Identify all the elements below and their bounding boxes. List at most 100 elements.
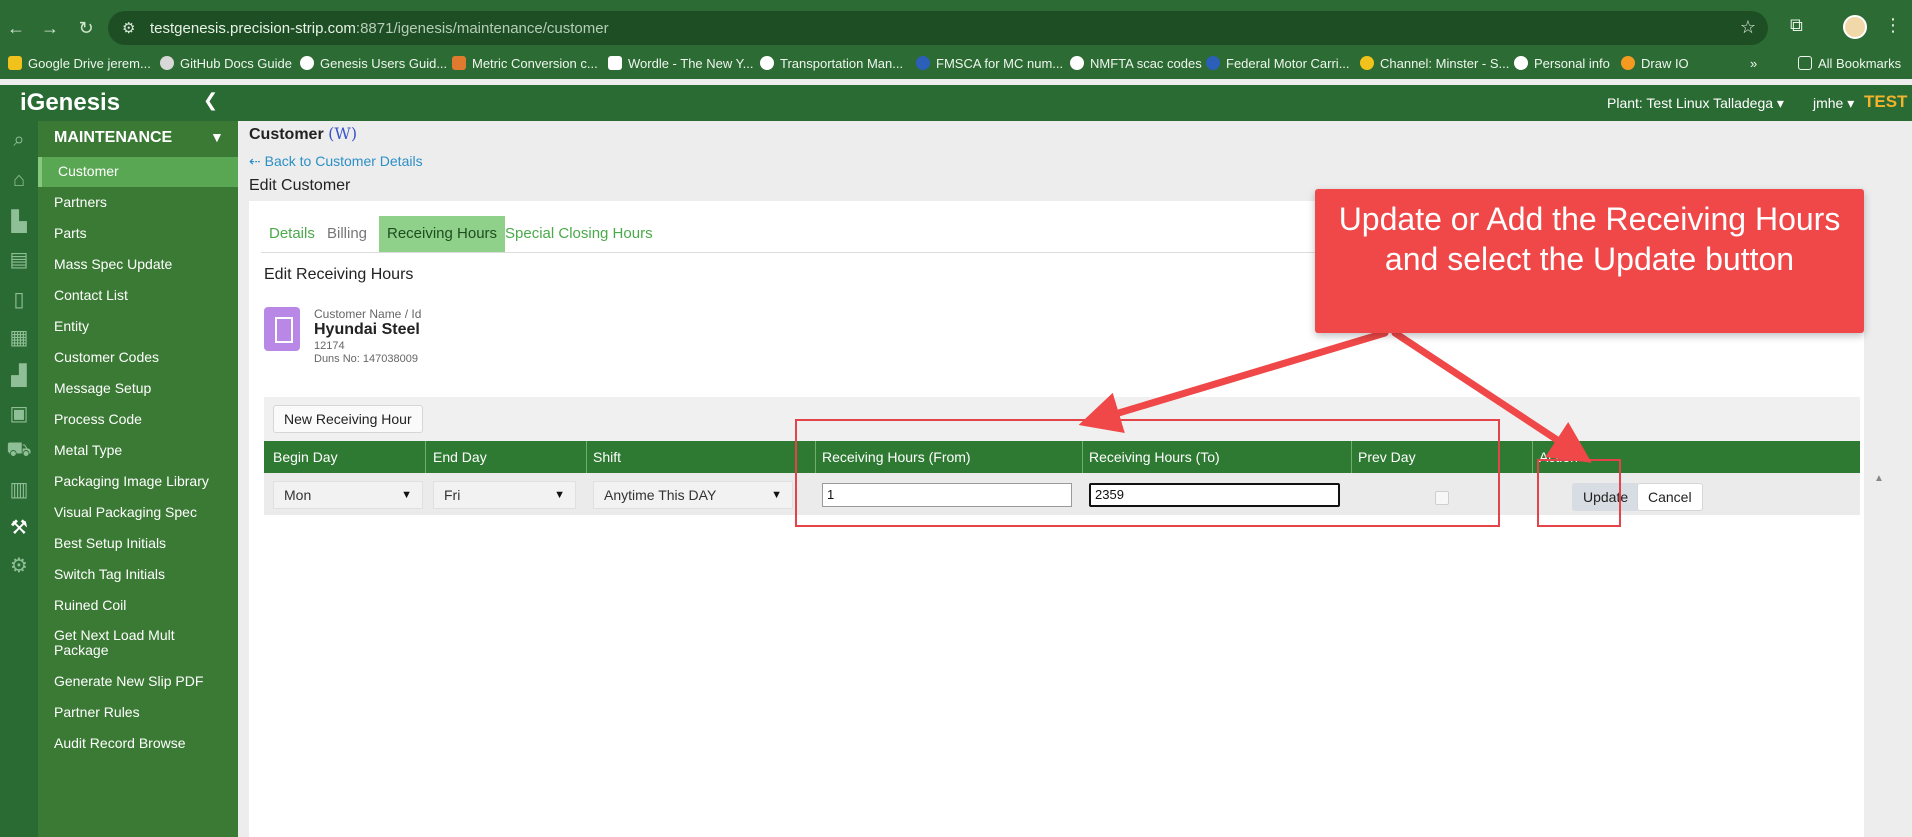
- caret-down-icon: ▼: [771, 489, 782, 501]
- sidebar-item-parts[interactable]: Parts: [54, 225, 87, 241]
- instruction-callout: Update or Add the Receiving Hours and se…: [1315, 189, 1864, 333]
- address-bar[interactable]: ⚙ testgenesis.precision-strip.com:8871/i…: [108, 11, 1768, 45]
- app-logo: iGenesis: [20, 89, 121, 116]
- sidebar-item-contact-list[interactable]: Contact List: [54, 287, 128, 303]
- highlight-update-button: [1537, 459, 1621, 527]
- collapse-sidebar-icon[interactable]: ❮: [203, 90, 218, 111]
- new-receiving-hour-button[interactable]: New Receiving Hour: [273, 405, 423, 433]
- sidebar-item-audit-record-browse[interactable]: Audit Record Browse: [54, 735, 186, 751]
- sidebar-item-process-code[interactable]: Process Code: [54, 411, 142, 427]
- cogs-icon[interactable]: ⚙: [0, 553, 38, 578]
- back-link[interactable]: ⇠ Back to Customer Details: [249, 153, 423, 170]
- calendar-icon[interactable]: ▦: [0, 325, 38, 350]
- column-divider: [425, 441, 426, 473]
- customer-label: Customer Name / Id: [314, 307, 422, 321]
- subsection-title: Edit Receiving Hours: [264, 266, 414, 283]
- section-heading: Edit Customer: [249, 177, 351, 194]
- tab-details[interactable]: Details: [261, 216, 323, 252]
- customer-name: Hyundai Steel: [314, 321, 420, 338]
- sidebar-item-customer-codes[interactable]: Customer Codes: [54, 349, 159, 365]
- chart-icon[interactable]: ▥: [0, 477, 38, 502]
- tab-special-closing-hours[interactable]: Special Closing Hours: [497, 216, 661, 252]
- all-bookmarks[interactable]: All Bookmarks: [1798, 56, 1901, 71]
- building-icon: [264, 307, 300, 351]
- col-end-day[interactable]: End Day: [433, 449, 487, 465]
- column-divider: [586, 441, 587, 473]
- page-title: Customer (W): [249, 124, 358, 143]
- bookmark-item[interactable]: GitHub Docs Guide: [160, 56, 292, 71]
- sidebar-item-generate-slip-pdf[interactable]: Generate New Slip PDF: [54, 673, 203, 689]
- reload-icon[interactable]: ↻: [74, 16, 98, 40]
- user-menu[interactable]: jmhe ▾: [1813, 95, 1854, 112]
- bookmark-star-icon[interactable]: ☆: [1740, 17, 1756, 38]
- plant-selector[interactable]: Plant: Test Linux Talladega ▾: [1607, 95, 1784, 112]
- customer-id: 12174: [314, 340, 345, 352]
- wrench-icon[interactable]: ⚒: [0, 515, 38, 540]
- site-info-icon[interactable]: ⚙: [122, 19, 135, 37]
- clipboard-check-icon[interactable]: ▣: [0, 401, 38, 426]
- begin-day-select[interactable]: Mon ▼: [273, 481, 423, 509]
- caret-down-icon: ▼: [401, 489, 412, 501]
- sidebar-title: MAINTENANCE: [54, 129, 173, 146]
- forklift-icon[interactable]: ▙: [0, 209, 38, 234]
- callout-text: Update or Add the Receiving Hours and se…: [1338, 201, 1841, 277]
- end-day-select[interactable]: Fri ▼: [433, 481, 576, 509]
- profile-avatar[interactable]: [1843, 15, 1867, 39]
- bookmark-item[interactable]: Metric Conversion c...: [452, 56, 598, 71]
- extensions-icon[interactable]: ⧉: [1790, 15, 1803, 36]
- bookmark-item[interactable]: Channel: Minster - S...: [1360, 56, 1509, 71]
- sidebar-item-partner-rules[interactable]: Partner Rules: [54, 704, 140, 720]
- factory-icon[interactable]: ▟: [0, 363, 38, 388]
- document-icon[interactable]: ▯: [0, 287, 38, 312]
- bookmark-item[interactable]: Federal Motor Carri...: [1206, 56, 1350, 71]
- column-divider: [1532, 441, 1533, 473]
- customer-duns: Duns No: 147038009: [314, 353, 418, 365]
- back-arrow-icon: ⇠: [249, 153, 261, 169]
- caret-down-icon[interactable]: ▼: [210, 129, 224, 145]
- col-begin-day[interactable]: Begin Day: [273, 449, 338, 465]
- sidebar-item-metal-type[interactable]: Metal Type: [54, 442, 122, 458]
- icon-rail: ⌕ ⌂ ▙ ▤ ▯ ▦ ▟ ▣ ⛟ ▥ ⚒ ⚙: [0, 121, 38, 837]
- truck-icon[interactable]: ⛟: [0, 439, 38, 464]
- home-icon[interactable]: ⌂: [0, 169, 38, 192]
- bookmark-item[interactable]: Personal info: [1514, 56, 1610, 71]
- sidebar-item-message-setup[interactable]: Message Setup: [54, 380, 151, 396]
- url-text: testgenesis.precision-strip.com:8871/ige…: [150, 20, 609, 37]
- browser-toolbar: ← → ↻ ⚙ testgenesis.precision-strip.com:…: [0, 0, 1912, 55]
- sidebar-item-visual-packaging-spec[interactable]: Visual Packaging Spec: [54, 504, 197, 520]
- warehouse-icon[interactable]: ▤: [0, 247, 38, 272]
- scroll-up-icon[interactable]: ▲: [1874, 473, 1884, 484]
- wiki-link[interactable]: (W): [328, 124, 357, 143]
- sidebar-item-mass-spec-update[interactable]: Mass Spec Update: [54, 256, 172, 272]
- tab-billing[interactable]: Billing: [319, 216, 375, 252]
- shift-select[interactable]: Anytime This DAY ▼: [593, 481, 793, 509]
- col-shift[interactable]: Shift: [593, 449, 621, 465]
- sidebar-item-switch-tag-initials[interactable]: Switch Tag Initials: [54, 566, 165, 582]
- bookmark-item[interactable]: Transportation Man...: [760, 56, 903, 71]
- bookmarks-bar: Google Drive jerem... GitHub Docs Guide …: [0, 49, 1912, 79]
- sidebar-item-customer[interactable]: Customer: [58, 163, 119, 179]
- bookmark-item[interactable]: Wordle - The New Y...: [608, 56, 754, 71]
- sidebar-item-entity[interactable]: Entity: [54, 318, 89, 334]
- back-arrow-icon[interactable]: ←: [4, 16, 28, 40]
- tab-receiving-hours[interactable]: Receiving Hours: [379, 216, 506, 252]
- forward-arrow-icon[interactable]: →: [38, 16, 62, 40]
- more-bookmarks-icon[interactable]: »: [1750, 56, 1757, 71]
- bookmark-item[interactable]: Genesis Users Guid...: [300, 56, 447, 71]
- highlight-receiving-hours: [795, 419, 1500, 527]
- sidebar-item-packaging-image-library[interactable]: Packaging Image Library: [54, 473, 209, 489]
- cancel-button[interactable]: Cancel: [1637, 483, 1703, 511]
- bookmark-item[interactable]: Draw IO: [1621, 56, 1689, 71]
- sidebar-item-partners[interactable]: Partners: [54, 194, 107, 210]
- app-header: iGenesis ❮ Plant: Test Linux Talladega ▾…: [0, 85, 1912, 121]
- sidebar-item-ruined-coil[interactable]: Ruined Coil: [54, 597, 126, 613]
- environment-badge: TEST: [1864, 92, 1908, 111]
- search-icon[interactable]: ⌕: [0, 129, 38, 152]
- bookmark-item[interactable]: Google Drive jerem...: [8, 56, 151, 71]
- sidebar-item-best-setup-initials[interactable]: Best Setup Initials: [54, 535, 166, 551]
- bookmark-item[interactable]: NMFTA scac codes: [1070, 56, 1202, 71]
- caret-down-icon: ▼: [554, 489, 565, 501]
- sidebar-item-get-next-load[interactable]: Get Next Load Mult Package: [54, 628, 194, 658]
- bookmark-item[interactable]: FMSCA for MC num...: [916, 56, 1063, 71]
- browser-menu-icon[interactable]: ⋮: [1884, 15, 1902, 36]
